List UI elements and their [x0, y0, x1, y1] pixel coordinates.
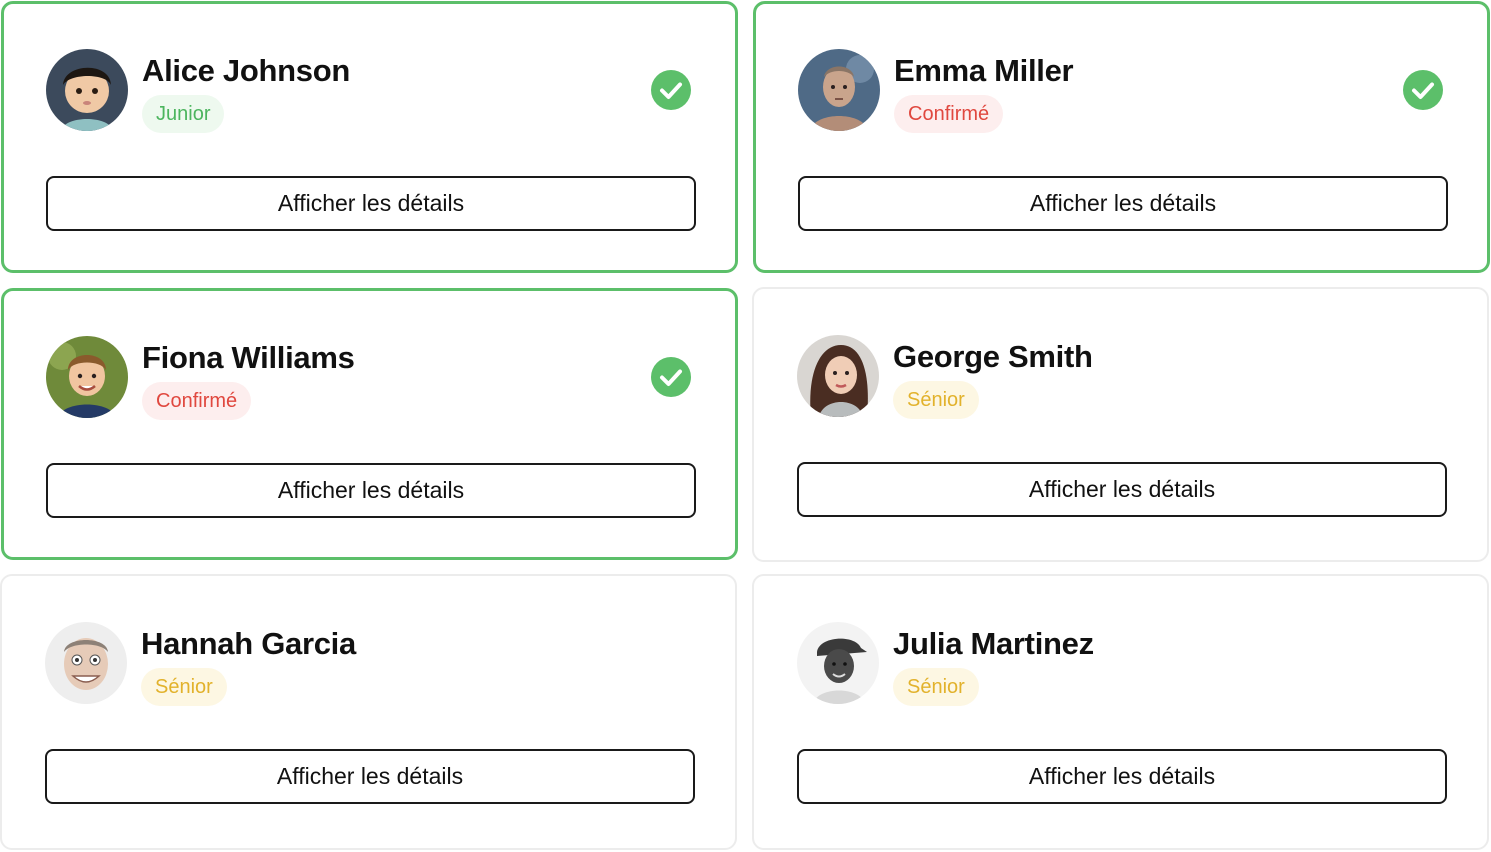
view-details-button[interactable]: Afficher les détails [45, 749, 695, 804]
check-circle-icon [651, 70, 691, 110]
man-cap-portrait-icon [797, 622, 879, 704]
level-badge: Sénior [893, 381, 979, 419]
view-details-button[interactable]: Afficher les détails [46, 176, 696, 231]
level-badge: Confirmé [894, 95, 1004, 133]
candidate-name: Emma Miller [894, 53, 1074, 88]
candidate-name: Julia Martinez [893, 626, 1094, 661]
candidate-card-fiona-williams[interactable]: Fiona Williams Confirmé Afficher les dét… [1, 288, 738, 560]
level-badge: Confirmé [142, 382, 252, 420]
avatar [45, 622, 127, 704]
view-details-button[interactable]: Afficher les détails [797, 749, 1447, 804]
candidate-card-julia-martinez[interactable]: Julia Martinez Sénior Afficher les détai… [752, 574, 1489, 850]
avatar [797, 622, 879, 704]
woman-portrait-icon [797, 335, 879, 417]
avatar [46, 49, 128, 131]
funny-face-portrait-icon [45, 622, 127, 704]
view-details-button[interactable]: Afficher les détails [46, 463, 696, 518]
child-portrait-icon [46, 49, 128, 131]
level-badge: Sénior [893, 668, 979, 706]
view-details-button[interactable]: Afficher les détails [798, 176, 1448, 231]
candidate-name: Alice Johnson [142, 53, 350, 88]
candidate-card-george-smith[interactable]: George Smith Sénior Afficher les détails [752, 287, 1489, 562]
boy-portrait-icon [46, 336, 128, 418]
check-circle-icon [651, 357, 691, 397]
candidate-name: Fiona Williams [142, 340, 355, 375]
avatar [798, 49, 880, 131]
candidate-card-emma-miller[interactable]: Emma Miller Confirmé Afficher les détail… [753, 1, 1490, 273]
level-badge: Junior [142, 95, 225, 133]
avatar [46, 336, 128, 418]
candidate-card-hannah-garcia[interactable]: Hannah Garcia Sénior Afficher les détail… [0, 574, 737, 850]
view-details-button[interactable]: Afficher les détails [797, 462, 1447, 517]
candidate-name: Hannah Garcia [141, 626, 356, 661]
avatar [797, 335, 879, 417]
man-portrait-icon [798, 49, 880, 131]
candidate-grid: Alice Johnson Junior Afficher les détail… [0, 0, 1491, 852]
candidate-card-alice-johnson[interactable]: Alice Johnson Junior Afficher les détail… [1, 1, 738, 273]
check-circle-icon [1403, 70, 1443, 110]
candidate-name: George Smith [893, 339, 1093, 374]
level-badge: Sénior [141, 668, 227, 706]
